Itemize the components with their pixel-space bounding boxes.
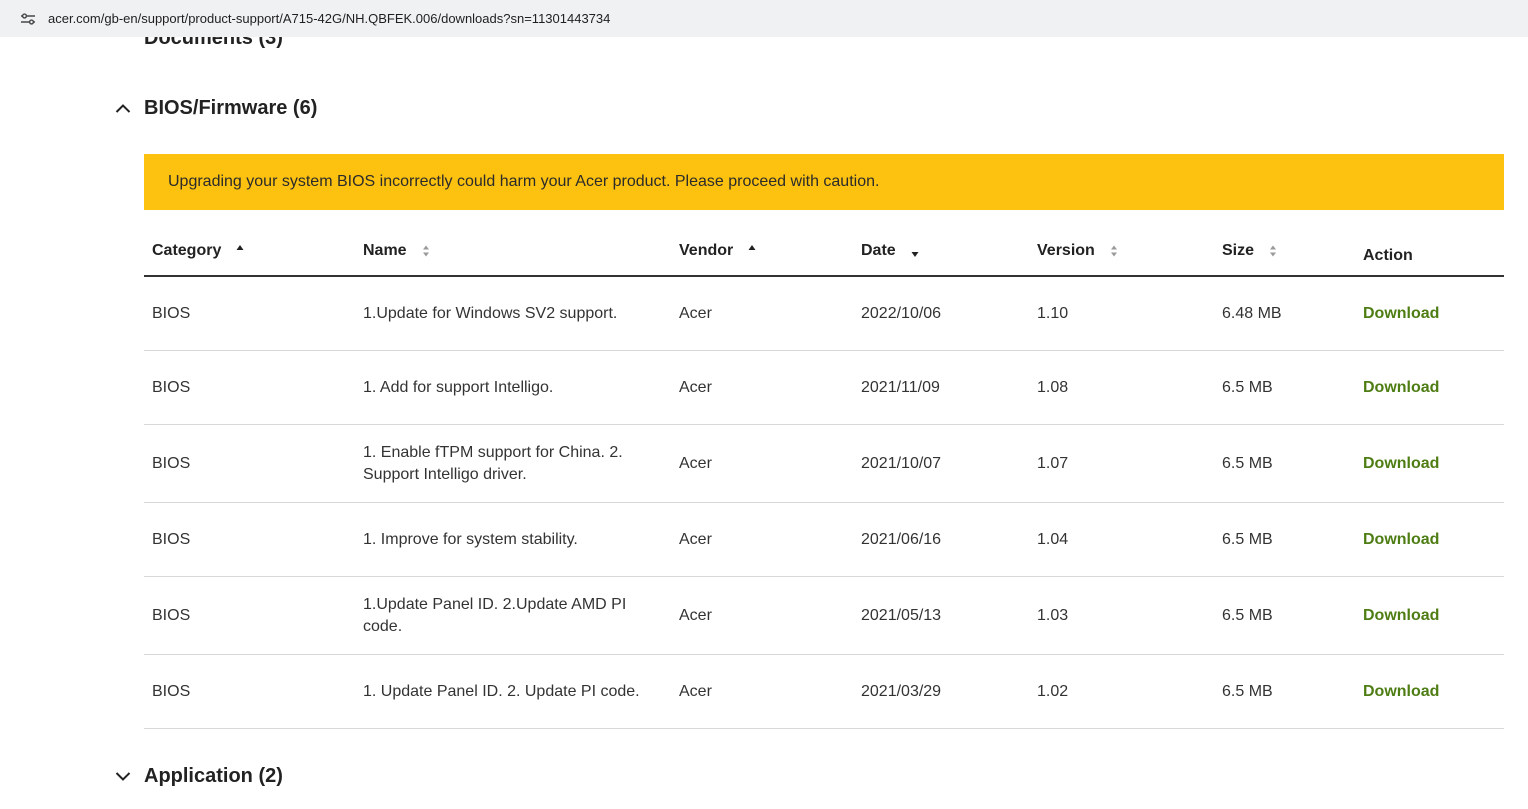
cell-name: 1. Add for support Intelligo. (363, 379, 554, 396)
cell-date: 2021/03/29 (861, 683, 942, 700)
column-label-date: Date (861, 241, 896, 259)
cell-category: BIOS (152, 455, 191, 472)
sort-ascending-icon[interactable] (236, 244, 244, 258)
bios-downloads-table: Category Name Vendor Date Version Size A… (144, 226, 1504, 729)
table-row: BIOS 1. Enable fTPM support for China. 2… (144, 425, 1504, 503)
cell-category: BIOS (152, 607, 191, 624)
column-header-name[interactable]: Name (355, 226, 671, 275)
cell-vendor: Acer (679, 683, 712, 700)
column-label-size: Size (1222, 241, 1255, 259)
sort-descending-icon[interactable] (911, 244, 919, 258)
column-label-name: Name (363, 241, 407, 259)
address-bar[interactable]: acer.com/gb-en/support/product-support/A… (0, 0, 1528, 37)
url-text[interactable]: acer.com/gb-en/support/product-support/A… (48, 11, 610, 27)
column-header-date[interactable]: Date (853, 226, 1029, 275)
chevron-up-icon (115, 103, 131, 114)
column-label-category: Category (152, 241, 222, 259)
cell-name: 1.Update for Windows SV2 support. (363, 305, 618, 322)
cell-vendor: Acer (679, 379, 712, 396)
table-header-row: Category Name Vendor Date Version Size A… (144, 226, 1504, 277)
table-row: BIOS 1. Add for support Intelligo. Acer … (144, 351, 1504, 425)
cell-action: Download (1355, 453, 1504, 475)
table-row: BIOS 1. Improve for system stability. Ac… (144, 503, 1504, 577)
sort-unsorted-icon[interactable] (1269, 244, 1277, 258)
cell-action: Download (1355, 377, 1504, 399)
download-link[interactable]: Download (1363, 455, 1439, 472)
cell-category: BIOS (152, 683, 191, 700)
cell-version: 1.03 (1037, 607, 1069, 624)
download-link[interactable]: Download (1363, 607, 1439, 624)
column-header-action: Action (1355, 226, 1504, 275)
download-link[interactable]: Download (1363, 379, 1439, 396)
chevron-down-icon (115, 771, 131, 782)
cell-name: 1. Update Panel ID. 2. Update PI code. (363, 683, 640, 700)
cell-size: 6.5 MB (1222, 607, 1273, 624)
cell-version: 1.02 (1037, 683, 1069, 700)
column-label-vendor: Vendor (679, 241, 734, 259)
cell-name: 1. Improve for system stability. (363, 531, 578, 548)
cell-category: BIOS (152, 379, 191, 396)
cell-date: 2021/10/07 (861, 455, 942, 472)
column-header-category[interactable]: Category (144, 226, 355, 275)
cell-size: 6.5 MB (1222, 531, 1273, 548)
cell-size: 6.5 MB (1222, 455, 1273, 472)
cell-vendor: Acer (679, 305, 712, 322)
download-link[interactable]: Download (1363, 531, 1439, 548)
cell-category: BIOS (152, 531, 191, 548)
cell-version: 1.10 (1037, 305, 1069, 322)
bios-section-toggle[interactable]: BIOS/Firmware (6) (112, 96, 317, 120)
cell-name: 1.Update Panel ID. 2.Update AMD PI code. (363, 596, 627, 635)
sort-ascending-icon[interactable] (748, 244, 756, 258)
sort-unsorted-icon[interactable] (422, 244, 430, 258)
cell-size: 6.48 MB (1222, 305, 1282, 322)
application-section-title: Application (2) (144, 765, 283, 787)
column-header-size[interactable]: Size (1214, 226, 1355, 275)
warning-text: Upgrading your system BIOS incorrectly c… (168, 173, 880, 190)
cell-version: 1.08 (1037, 379, 1069, 396)
cell-name: 1. Enable fTPM support for China. 2. Sup… (363, 444, 623, 483)
cell-size: 6.5 MB (1222, 379, 1273, 396)
cell-date: 2021/05/13 (861, 607, 942, 624)
cell-action: Download (1355, 529, 1504, 551)
cell-category: BIOS (152, 305, 191, 322)
cell-date: 2021/06/16 (861, 531, 942, 548)
application-section-toggle[interactable]: Application (2) (112, 764, 283, 788)
cell-date: 2021/11/09 (861, 379, 940, 396)
table-row: BIOS 1. Update Panel ID. 2. Update PI co… (144, 655, 1504, 729)
table-row: BIOS 1.Update for Windows SV2 support. A… (144, 277, 1504, 351)
column-label-action: Action (1363, 246, 1413, 264)
cell-action: Download (1355, 681, 1504, 703)
cell-version: 1.04 (1037, 531, 1069, 548)
cell-action: Download (1355, 605, 1504, 627)
cell-version: 1.07 (1037, 455, 1069, 472)
cell-date: 2022/10/06 (861, 305, 942, 322)
cell-size: 6.5 MB (1222, 683, 1273, 700)
table-row: BIOS 1.Update Panel ID. 2.Update AMD PI … (144, 577, 1504, 655)
sort-unsorted-icon[interactable] (1110, 244, 1118, 258)
column-label-version: Version (1037, 241, 1095, 259)
cell-vendor: Acer (679, 455, 712, 472)
cell-vendor: Acer (679, 531, 712, 548)
column-header-version[interactable]: Version (1029, 226, 1214, 275)
download-link[interactable]: Download (1363, 683, 1439, 700)
tune-icon[interactable] (21, 13, 35, 25)
column-header-vendor[interactable]: Vendor (671, 226, 853, 275)
bios-section-title: BIOS/Firmware (6) (144, 97, 318, 119)
bios-warning-banner: Upgrading your system BIOS incorrectly c… (144, 154, 1504, 210)
cell-action: Download (1355, 303, 1504, 325)
cell-vendor: Acer (679, 607, 712, 624)
download-link[interactable]: Download (1363, 305, 1439, 322)
